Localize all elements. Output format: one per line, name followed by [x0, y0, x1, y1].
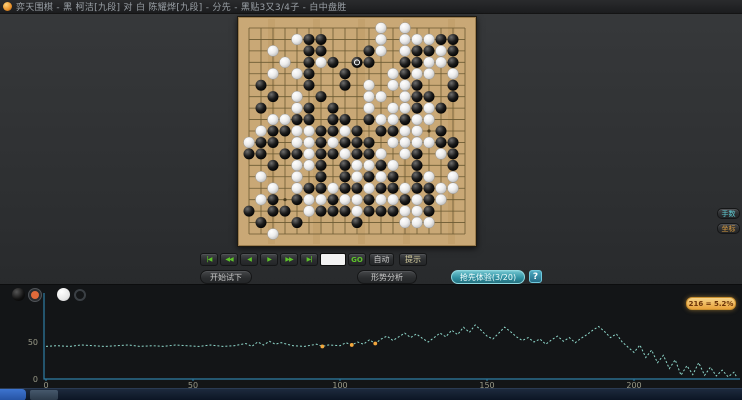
- taskbar: [0, 388, 742, 400]
- title-bar: 弈天围棋 - 黑 柯洁[九段] 对 白 陈耀烨[九段] - 分先 - 黑贴3又3…: [0, 0, 742, 14]
- go-button[interactable]: GO: [348, 253, 366, 266]
- taskbar-app[interactable]: [30, 390, 58, 400]
- white-curve-radio[interactable]: [74, 288, 86, 301]
- curve-legend: [12, 288, 86, 301]
- forward-one-button[interactable]: ▶: [260, 253, 278, 266]
- help-button[interactable]: ?: [529, 270, 542, 283]
- back-fast-button[interactable]: ◀◀: [220, 253, 238, 266]
- last-move-button[interactable]: ▶|: [300, 253, 318, 266]
- black-curve-radio[interactable]: [29, 288, 41, 301]
- svg-text:0: 0: [33, 375, 38, 384]
- winrate-graph-panel: 50 0 0 50 100 150 200 216 = 5.2%: [0, 284, 742, 389]
- ai-quota-button[interactable]: 抢先体验(3/20): [451, 270, 525, 284]
- app-window: 弈天围棋 - 黑 柯洁[九段] 对 白 陈耀烨[九段] - 分先 - 黑贴3又3…: [0, 0, 742, 400]
- svg-text:50: 50: [28, 338, 38, 347]
- start-button[interactable]: [0, 389, 26, 400]
- move-numbers-toggle[interactable]: 手数: [717, 208, 740, 219]
- hint-button[interactable]: 提示: [399, 253, 427, 266]
- winrate-tooltip: 216 = 5.2%: [686, 297, 736, 310]
- forward-fast-button[interactable]: ▶▶: [280, 253, 298, 266]
- go-board-canvas[interactable]: [238, 17, 476, 246]
- coordinates-toggle[interactable]: 坐标: [717, 223, 740, 234]
- auto-play-button[interactable]: 自动: [369, 253, 394, 266]
- white-stone-legend-icon: [57, 288, 70, 301]
- winrate-chart[interactable]: 5000 50 100 150 200: [0, 285, 742, 389]
- back-one-button[interactable]: ◀: [240, 253, 258, 266]
- first-move-button[interactable]: |◀: [200, 253, 218, 266]
- go-board[interactable]: [237, 16, 477, 247]
- black-stone-legend-icon: [12, 288, 25, 301]
- app-logo-icon: [3, 2, 12, 11]
- start-trial-button[interactable]: 开始试下: [200, 270, 252, 284]
- move-number-input[interactable]: [320, 253, 346, 266]
- position-analysis-button[interactable]: 形势分析: [357, 270, 417, 284]
- window-title: 弈天围棋 - 黑 柯洁[九段] 对 白 陈耀烨[九段] - 分先 - 黑贴3又3…: [16, 3, 347, 13]
